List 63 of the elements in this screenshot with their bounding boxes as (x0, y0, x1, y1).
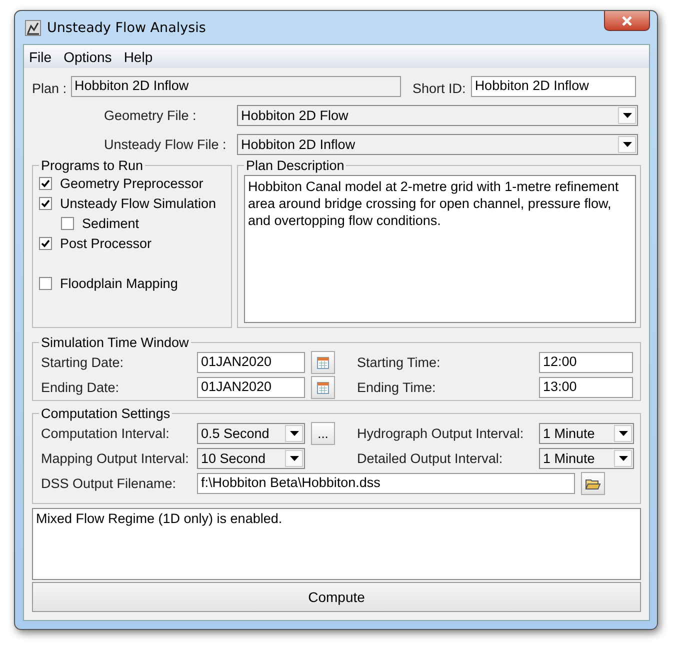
interval-label: Detailed Output Interval: (357, 451, 504, 466)
dropdown-arrow-icon (622, 113, 632, 118)
calendar-button[interactable] (311, 376, 335, 399)
calendar-icon (317, 382, 329, 394)
date-field[interactable]: 01JAN2020 (197, 377, 305, 398)
close-icon (621, 14, 633, 26)
interval-label: Mapping Output Interval: (40, 451, 190, 466)
close-button[interactable] (604, 11, 650, 31)
file-dropdown[interactable]: Hobbiton 2D Flow (237, 105, 638, 126)
window-title: Unsteady Flow Analysis (47, 20, 206, 36)
plan-field[interactable]: Hobbiton 2D Inflow (70, 76, 401, 97)
menu-item[interactable]: Options (64, 48, 112, 64)
group-title: Computation Settings (40, 406, 172, 421)
checkbox-label: Floodplain Mapping (60, 276, 178, 290)
checkbox[interactable] (39, 276, 52, 290)
dropdown-arrow-icon (618, 456, 628, 461)
options-button[interactable]: ... (311, 422, 335, 445)
checkbox-label: Post Processor (60, 236, 152, 250)
checkbox-label: Sediment (82, 216, 140, 230)
interval-dropdown[interactable]: 0.5 Second (197, 423, 305, 444)
time-label: Ending Time: (357, 380, 437, 395)
date-label: Starting Date: (40, 355, 125, 370)
date-field[interactable]: 01JAN2020 (197, 352, 305, 373)
date-label: Ending Date: (40, 380, 120, 395)
interval-dropdown[interactable]: 1 Minute (539, 423, 634, 444)
dropdown-arrow-icon (290, 431, 298, 436)
app-icon (25, 20, 41, 36)
checkbox[interactable] (39, 176, 52, 190)
short-id-label: Short ID: (412, 80, 466, 96)
file-dropdown[interactable]: Hobbiton 2D Inflow (237, 134, 638, 155)
dropdown-arrow-icon (618, 431, 628, 436)
description-text-area[interactable]: Hobbiton Canal model at 2-metre grid with 1-metre refinement area around bridge crossing for open channel, pressure flow, and overtopping flow conditions. (244, 175, 636, 323)
file-label: Unsteady Flow File : (104, 137, 228, 152)
menu-item[interactable]: File (29, 48, 52, 64)
group-title: Plan Description (245, 158, 346, 173)
menu-item[interactable]: Help (124, 48, 153, 64)
folder-icon (585, 476, 601, 490)
checkbox[interactable] (39, 196, 52, 210)
group-title: Programs to Run (40, 158, 144, 173)
dropdown-arrow-icon (622, 142, 632, 147)
dropdown-arrow-icon (290, 456, 298, 461)
file-label: Geometry File : (104, 108, 198, 123)
calendar-button[interactable] (311, 351, 335, 374)
interval-label: Hydrograph Output Interval: (357, 426, 525, 441)
dss-filename-field[interactable]: f:\Hobbiton Beta\Hobbiton.dss (197, 473, 575, 494)
interval-dropdown[interactable]: 1 Minute (539, 448, 634, 469)
checkbox[interactable] (39, 236, 52, 250)
short-id-field[interactable]: Hobbiton 2D Inflow (470, 76, 636, 97)
plan-label: Plan : (32, 80, 67, 96)
calendar-icon (317, 356, 329, 368)
message-text: Mixed Flow Regime (1D only) is enabled. (36, 511, 284, 526)
time-field[interactable]: 13:00 (539, 377, 633, 398)
checkbox-label: Unsteady Flow Simulation (60, 196, 216, 210)
group-title: Simulation Time Window (40, 335, 190, 350)
interval-label: Computation Interval: (40, 426, 170, 441)
checkbox[interactable] (61, 216, 74, 230)
checkbox-label: Geometry Preprocessor (60, 176, 204, 190)
dss-filename-label: DSS Output Filename: (40, 476, 178, 491)
browse-button[interactable] (581, 472, 605, 495)
interval-dropdown[interactable]: 10 Second (197, 448, 305, 469)
time-field[interactable]: 12:00 (539, 352, 633, 373)
time-label: Starting Time: (357, 355, 442, 370)
compute-button[interactable]: Compute (32, 582, 641, 612)
